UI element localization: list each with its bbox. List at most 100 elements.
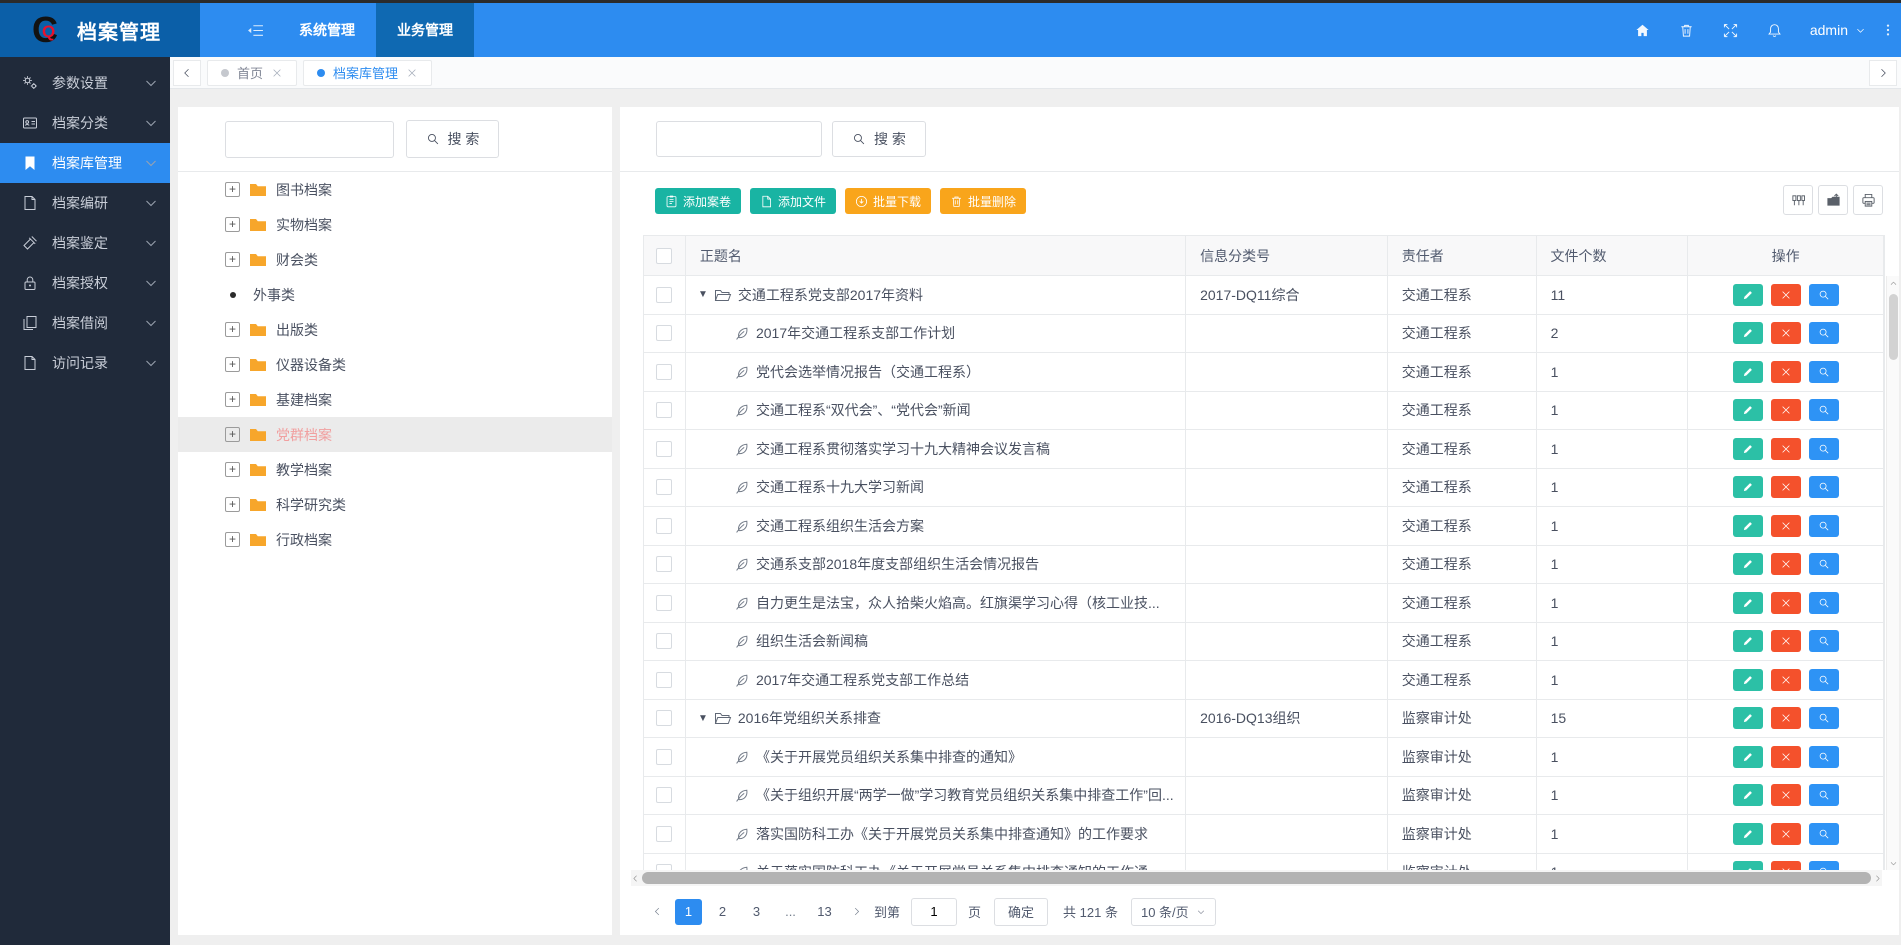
delete-button[interactable] <box>1771 361 1801 383</box>
close-icon[interactable] <box>406 67 418 79</box>
delete-button[interactable] <box>1771 746 1801 768</box>
close-icon[interactable] <box>271 67 283 79</box>
delete-button[interactable] <box>1771 476 1801 498</box>
sidebar-item[interactable]: 档案授权 <box>0 263 170 303</box>
row-checkbox[interactable] <box>656 710 672 726</box>
select-all-checkbox[interactable] <box>656 248 672 264</box>
delete-button[interactable] <box>1771 438 1801 460</box>
scroll-right-icon[interactable] <box>1873 874 1882 883</box>
toolbar-button[interactable]: 添加文件 <box>750 188 836 214</box>
goto-page-input[interactable] <box>911 898 957 926</box>
view-button[interactable] <box>1809 553 1839 575</box>
vertical-scrollbar[interactable] <box>1886 276 1899 870</box>
row-checkbox[interactable] <box>656 441 672 457</box>
view-button[interactable] <box>1809 823 1839 845</box>
view-button[interactable] <box>1809 784 1839 806</box>
expand-icon[interactable]: + <box>225 427 240 442</box>
caret-down-icon[interactable]: ▼ <box>698 713 708 724</box>
edit-button[interactable] <box>1733 284 1763 306</box>
expand-icon[interactable]: + <box>225 182 240 197</box>
menu-fold-icon[interactable] <box>232 3 278 57</box>
sidebar-item[interactable]: 参数设置 <box>0 63 170 103</box>
delete-button[interactable] <box>1771 322 1801 344</box>
edit-button[interactable] <box>1733 707 1763 729</box>
edit-button[interactable] <box>1733 630 1763 652</box>
tree-node[interactable]: + 教学档案 <box>178 452 612 487</box>
edit-button[interactable] <box>1733 361 1763 383</box>
row-checkbox[interactable] <box>656 364 672 380</box>
edit-button[interactable] <box>1733 823 1763 845</box>
page-tab[interactable]: 首页 <box>207 60 297 86</box>
delete-button[interactable] <box>1771 707 1801 729</box>
scroll-left-icon[interactable] <box>631 874 640 883</box>
tree-node[interactable]: + 财会类 <box>178 242 612 277</box>
view-button[interactable] <box>1809 746 1839 768</box>
delete-button[interactable] <box>1771 553 1801 575</box>
page-tab[interactable]: 档案库管理 <box>303 60 432 86</box>
view-button[interactable] <box>1809 515 1839 537</box>
sidebar-item[interactable]: 访问记录 <box>0 343 170 383</box>
tree-node[interactable]: + 基建档案 <box>178 382 612 417</box>
toolbar-button[interactable]: 批量下载 <box>845 188 931 214</box>
next-page-button[interactable] <box>845 899 867 925</box>
row-checkbox[interactable] <box>656 633 672 649</box>
row-checkbox[interactable] <box>656 479 672 495</box>
row-checkbox[interactable] <box>656 672 672 688</box>
fullscreen-icon[interactable] <box>1709 3 1753 57</box>
horizontal-scroll-thumb[interactable] <box>642 872 1871 884</box>
more-icon[interactable] <box>1879 23 1897 37</box>
tree-search-input[interactable] <box>225 121 394 158</box>
delete-button[interactable] <box>1771 592 1801 614</box>
user-menu[interactable]: admin <box>1797 22 1879 38</box>
edit-button[interactable] <box>1733 784 1763 806</box>
caret-down-icon[interactable]: ▼ <box>698 289 708 300</box>
sidebar-item[interactable]: 档案鉴定 <box>0 223 170 263</box>
trash-icon[interactable] <box>1665 3 1709 57</box>
view-button[interactable] <box>1809 861 1839 870</box>
sidebar-item[interactable]: 档案分类 <box>0 103 170 143</box>
tree-node[interactable]: + 外事类 <box>178 277 612 312</box>
list-search-input[interactable] <box>656 121 822 157</box>
view-button[interactable] <box>1809 592 1839 614</box>
expand-icon[interactable]: + <box>225 322 240 337</box>
edit-button[interactable] <box>1733 438 1763 460</box>
delete-button[interactable] <box>1771 784 1801 806</box>
page-number[interactable]: 13 <box>811 899 838 925</box>
edit-button[interactable] <box>1733 515 1763 537</box>
row-checkbox[interactable] <box>656 402 672 418</box>
sidebar-item[interactable]: 档案借阅 <box>0 303 170 343</box>
view-button[interactable] <box>1809 438 1839 460</box>
tree-node[interactable]: + 仪器设备类 <box>178 347 612 382</box>
delete-button[interactable] <box>1771 630 1801 652</box>
tab-scroll-left[interactable] <box>173 60 201 86</box>
row-checkbox[interactable] <box>656 518 672 534</box>
expand-icon[interactable]: + <box>225 462 240 477</box>
edit-button[interactable] <box>1733 861 1763 870</box>
view-button[interactable] <box>1809 669 1839 691</box>
page-number[interactable]: 1 <box>675 899 702 925</box>
export-icon[interactable] <box>1818 185 1848 215</box>
expand-icon[interactable]: + <box>225 532 240 547</box>
edit-button[interactable] <box>1733 399 1763 421</box>
top-nav-item[interactable]: 系统管理 <box>278 3 376 57</box>
expand-icon[interactable]: + <box>225 497 240 512</box>
edit-button[interactable] <box>1733 476 1763 498</box>
tree-node[interactable]: + 党群档案 <box>178 417 612 452</box>
tab-scroll-right[interactable] <box>1869 60 1897 86</box>
edit-button[interactable] <box>1733 669 1763 691</box>
bell-icon[interactable] <box>1753 3 1797 57</box>
row-checkbox[interactable] <box>656 595 672 611</box>
page-number[interactable]: 2 <box>709 899 736 925</box>
delete-button[interactable] <box>1771 284 1801 306</box>
edit-button[interactable] <box>1733 322 1763 344</box>
view-button[interactable] <box>1809 476 1839 498</box>
page-number[interactable]: 3 <box>743 899 770 925</box>
row-checkbox[interactable] <box>656 787 672 803</box>
row-checkbox[interactable] <box>656 325 672 341</box>
row-checkbox[interactable] <box>656 556 672 572</box>
delete-button[interactable] <box>1771 669 1801 691</box>
delete-button[interactable] <box>1771 515 1801 537</box>
view-button[interactable] <box>1809 630 1839 652</box>
scroll-down-icon[interactable] <box>1887 856 1899 870</box>
tree-node[interactable]: + 实物档案 <box>178 207 612 242</box>
